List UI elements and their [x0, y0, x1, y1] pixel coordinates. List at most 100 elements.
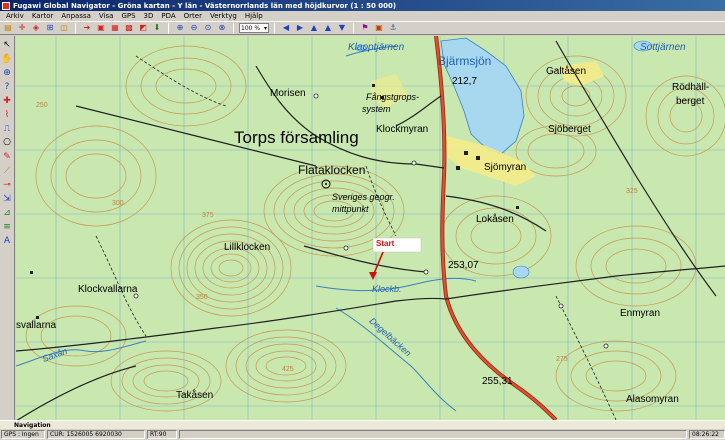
menu-visa[interactable]: Visa [95, 12, 118, 20]
map-view[interactable]: Klapptjärnen Bjärmsjön Sottjärnen Galtås… [16, 36, 725, 420]
menu-arkiv[interactable]: Arkiv [2, 12, 28, 20]
download-icon[interactable]: ⬇ [151, 23, 163, 34]
area-icon[interactable]: ⊿ [1, 207, 14, 219]
map-label-takasen: Takåsen [176, 390, 214, 401]
route-tool-icon[interactable]: ⌇ [1, 109, 14, 121]
flag-icon[interactable]: ⚑ [359, 23, 371, 34]
map-label-fangst2: system [362, 104, 391, 114]
map-label-sjoberget: Sjöberget [548, 124, 591, 135]
layers-icon[interactable]: ◩ [137, 23, 149, 34]
toolbar-separator [353, 22, 354, 34]
stop-icon[interactable]: ▣ [373, 23, 385, 34]
toolbar-separator [233, 22, 234, 34]
menu-pda[interactable]: PDA [157, 12, 179, 20]
menu-hjalp[interactable]: Hjälp [241, 12, 267, 20]
map-label-torps: Torps församling [234, 128, 359, 147]
menu-verktyg[interactable]: Verktyg [206, 12, 241, 20]
move-right-icon[interactable]: ➔ [81, 23, 93, 34]
map-label-alasomyran: Alasomyran [626, 394, 679, 405]
waypoint-tool-icon[interactable]: ✚ [1, 95, 14, 107]
map-label-elev-253: 253,07 [448, 260, 479, 271]
brush-icon[interactable]: ⟋ [1, 165, 14, 177]
zoom-area-icon[interactable]: ⊙ [202, 23, 214, 34]
zoom-select[interactable]: 100 % ▾ [239, 23, 269, 33]
arrow-up-icon[interactable]: ▲ [308, 23, 320, 34]
menu-bar: Arkiv Kartor Anpassa Visa GPS 3D PDA Ort… [0, 11, 725, 21]
edit-icon[interactable]: ✎ [1, 151, 14, 163]
map-label-klockvallarna: Klockvallarna [78, 284, 138, 295]
menu-anpassa[interactable]: Anpassa [57, 12, 95, 20]
zoom-value: 100 % [241, 24, 261, 32]
map-label-flataklocken: Flataklocken [298, 163, 366, 177]
zoom-out-icon[interactable]: ⊖ [188, 23, 200, 34]
toolbar-separator [75, 22, 76, 34]
map-label-enmyran: Enmyran [620, 308, 661, 319]
camera-icon[interactable]: ⎔ [1, 137, 14, 149]
map-label-lokasen: Lokåsen [476, 214, 514, 225]
map-label-klockmyran: Klockmyran [376, 124, 429, 135]
grid-icon[interactable]: ▩ [123, 23, 135, 34]
map-label-fangst1: Fångstgrops- [366, 92, 420, 102]
help-icon[interactable]: ? [1, 81, 14, 93]
route-icon[interactable]: ⊞ [44, 23, 56, 34]
open-map-icon[interactable]: ▤ [2, 23, 14, 34]
pointer-icon[interactable]: ↖ [1, 39, 14, 51]
navigation-panel-header[interactable]: Navigation [0, 420, 725, 429]
gps-status: GPS : Ingen [1, 430, 45, 439]
zoom-fit-icon[interactable]: ⊗ [216, 23, 228, 34]
distance-icon[interactable]: ⇲ [1, 193, 14, 205]
clock: 08:26:22 [689, 430, 725, 439]
measure-icon[interactable]: ⊸ [1, 179, 14, 191]
anchor-icon[interactable]: ⚓ [387, 23, 399, 34]
contour-label-425: 425 [282, 366, 294, 373]
export-icon[interactable]: ▣ [95, 23, 107, 34]
map-label-sottjarnen: Sottjärnen [640, 42, 686, 53]
arrow-left-icon[interactable]: ◀ [280, 23, 292, 34]
window-title: Fugawi Global Navigator - Gröna kartan -… [13, 1, 397, 10]
status-spacer [179, 430, 687, 439]
gps-icon[interactable]: ▦ [109, 23, 121, 34]
arrow-up-alt-icon[interactable]: ▲ [322, 23, 334, 34]
toolbar-separator [168, 22, 169, 34]
contour-label-375: 375 [202, 212, 214, 219]
chevron-down-icon: ▾ [263, 24, 267, 32]
left-toolbar: ↖ ✋ ⊕ ? ✚ ⌇ ⎍ ⎔ ✎ ⟋ ⊸ ⇲ ⊿ ≡ A [0, 36, 15, 420]
coordinate-system: RT:90 [147, 430, 177, 439]
map-label-lillklocken: Lillklocken [224, 242, 271, 253]
contour-label-275: 275 [556, 356, 568, 363]
contour-label-250: 250 [36, 102, 48, 109]
zoom-in-icon[interactable]: ⊕ [174, 23, 186, 34]
menu-kartor[interactable]: Kartor [28, 12, 58, 20]
status-bar: GPS : Ingen CUR: 1526005 6920030 RT:90 0… [0, 429, 725, 440]
target-icon[interactable]: ⊕ [1, 67, 14, 79]
map-label-morisen: Morisen [270, 88, 306, 99]
text-tool-icon[interactable]: A [1, 235, 14, 247]
menu-orter[interactable]: Orter [180, 12, 206, 20]
arrow-down-icon[interactable]: ▼ [336, 23, 348, 34]
title-bar: Fugawi Global Navigator - Gröna kartan -… [0, 0, 725, 11]
hand-icon[interactable]: ✋ [1, 53, 14, 65]
waypoint-start-label[interactable]: Start [376, 239, 394, 248]
app-icon [2, 1, 10, 10]
map-label-sverige2: mittpunkt [332, 204, 369, 214]
menu-gps[interactable]: GPS [117, 12, 139, 20]
map-label-berget: berget [676, 96, 705, 107]
layers-tool-icon[interactable]: ≡ [1, 221, 14, 233]
track-tool-icon[interactable]: ⎍ [1, 123, 14, 135]
crosshair-icon[interactable]: ✛ [16, 23, 28, 34]
arrow-right-icon[interactable]: ▶ [294, 23, 306, 34]
contour-label-300: 300 [112, 200, 124, 207]
map-label-sverige1: Sveriges geogr. [332, 192, 395, 202]
contour-label-325: 325 [626, 188, 638, 195]
cursor-coordinates: CUR: 1526005 6920030 [47, 430, 145, 439]
map-label-elev-255: 255,31 [482, 376, 513, 387]
waypoint-icon[interactable]: ◈ [30, 23, 42, 34]
menu-3d[interactable]: 3D [140, 12, 158, 20]
track-icon[interactable]: ◫ [58, 23, 70, 34]
map-label-klapptjarnen: Klapptjärnen [348, 42, 405, 53]
toolbar-separator [274, 22, 275, 34]
map-label-elev-212: 212,7 [452, 76, 478, 87]
map-label-galtasen: Galtåsen [546, 66, 587, 77]
map-label-bjarmsjon: Bjärmsjön [438, 54, 492, 68]
map-label-rodhall: Rödhäll- [672, 82, 710, 93]
